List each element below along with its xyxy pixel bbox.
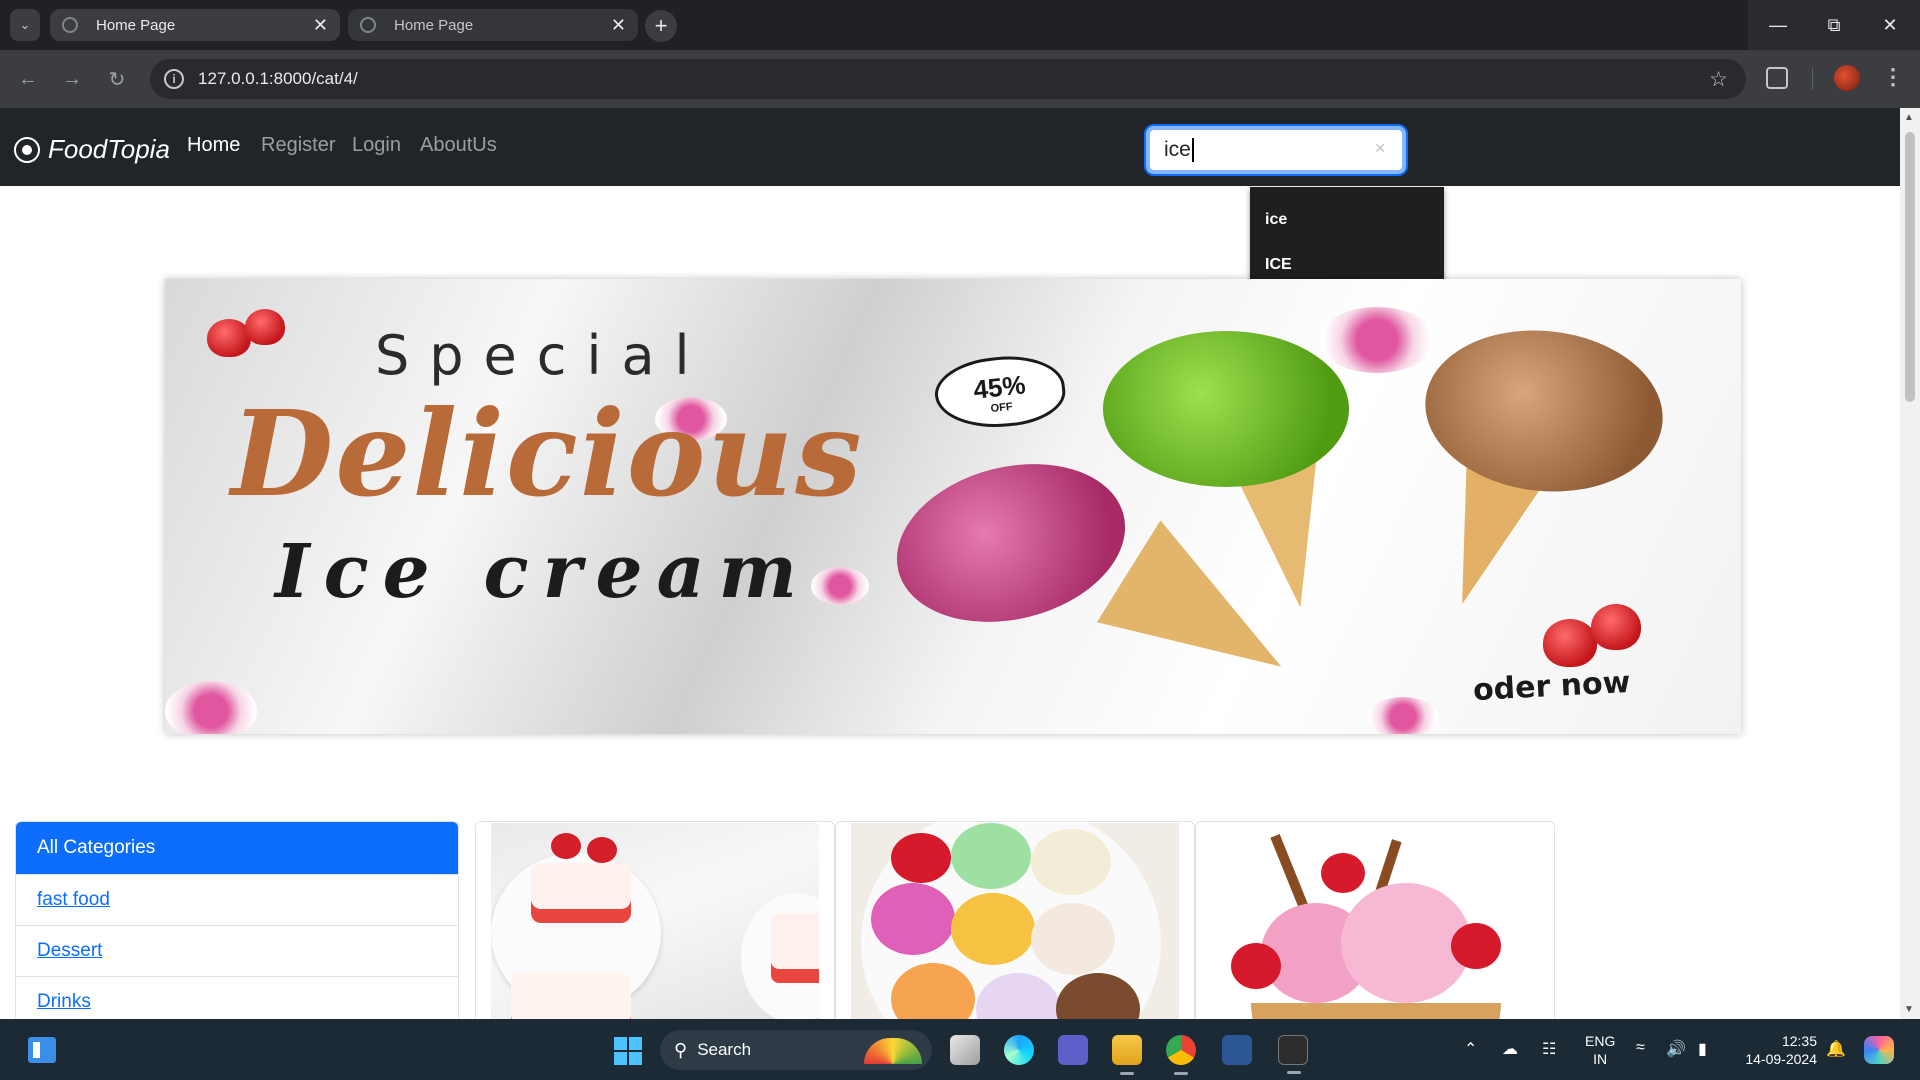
back-arrow-icon[interactable]: ← (12, 63, 44, 95)
onedrive-icon[interactable]: ☁ (1502, 1039, 1518, 1059)
scrollbar-thumb[interactable] (1905, 132, 1915, 402)
product-card[interactable] (475, 821, 835, 1019)
strawberry-decoration (1543, 619, 1597, 667)
heart-decoration (1319, 307, 1435, 373)
close-icon[interactable]: ✕ (313, 15, 328, 36)
site-info-icon[interactable]: i (164, 69, 184, 89)
widgets-icon[interactable] (28, 1037, 56, 1063)
battery-icon[interactable]: ▮ (1698, 1039, 1707, 1059)
search-input-value: ice (1164, 138, 1191, 161)
site-navbar: FoodTopia Home Register Login AboutUs ic… (0, 108, 1900, 186)
new-tab-icon[interactable]: + (645, 10, 677, 42)
clock-date: 14-09-2024 (1745, 1051, 1817, 1067)
wifi-icon[interactable]: ≈ (1636, 1039, 1645, 1057)
category-list: All Categories fast food Dessert Drinks (15, 821, 459, 1019)
globe-icon (360, 17, 376, 33)
product-image-ice-cream-cup (1211, 823, 1539, 1019)
toolbar-divider (1812, 68, 1813, 90)
notification-bell-icon[interactable]: 🔔 (1826, 1039, 1846, 1059)
teams-icon[interactable] (1058, 1035, 1088, 1065)
green-scoop (1103, 331, 1349, 487)
banner-order-text: oder now (1472, 664, 1632, 709)
strawberry-decoration (1591, 604, 1641, 650)
profile-avatar[interactable] (1834, 65, 1860, 91)
task-view-icon[interactable] (950, 1035, 980, 1065)
search-input[interactable]: ice ✕ (1146, 126, 1406, 174)
promo-banner: Special Delicious Ice cream 45% OFF oder… (165, 279, 1741, 734)
autocomplete-option[interactable]: ice (1250, 197, 1444, 242)
touchpad-icon[interactable]: ☷ (1542, 1039, 1556, 1059)
text-caret (1191, 138, 1194, 162)
extensions-icon[interactable] (1766, 67, 1788, 89)
strawberry-decoration (245, 309, 285, 345)
nav-login-link[interactable]: Login (352, 134, 401, 157)
banner-icecream-text: Ice cream (275, 529, 811, 615)
close-icon[interactable]: ✕ (611, 15, 626, 36)
windows-taskbar: ⚲ Search ⌃ ☁ ☷ ENG IN ≈ 🔊 ▮ 12:35 14-09-… (0, 1019, 1920, 1080)
tab-title: Home Page (394, 16, 474, 34)
menu-kebab-icon[interactable]: ⋮ (1882, 64, 1904, 90)
heart-decoration (165, 681, 257, 734)
site-brand[interactable]: FoodTopia (14, 134, 170, 165)
forward-arrow-icon[interactable]: → (56, 63, 88, 95)
category-link-dessert[interactable]: Dessert (16, 925, 458, 976)
browser-tab-1[interactable]: Home Page ✕ (50, 9, 340, 41)
globe-icon (62, 17, 78, 33)
code-editor-icon[interactable] (1222, 1035, 1252, 1065)
start-windows-icon[interactable] (614, 1037, 642, 1065)
category-link-fast-food[interactable]: fast food (16, 874, 458, 925)
system-clock[interactable]: 12:35 14-09-2024 (1737, 1032, 1817, 1068)
product-card[interactable] (835, 821, 1195, 1019)
brand-name: FoodTopia (48, 134, 170, 164)
copilot-icon[interactable] (1864, 1036, 1894, 1064)
chevron-up-icon[interactable]: ⌃ (1464, 1039, 1477, 1059)
reload-icon[interactable]: ↻ (101, 63, 133, 95)
tab-search-icon[interactable]: ⌄ (10, 9, 40, 41)
product-image-strawberry-cake (491, 823, 819, 1019)
region-code: IN (1593, 1051, 1608, 1067)
autocomplete-dropdown: ice ICE (1250, 187, 1444, 286)
banner-special-text: Special (375, 324, 710, 387)
terminal-icon[interactable] (1278, 1035, 1308, 1074)
product-card[interactable] (1195, 821, 1555, 1019)
product-image-ice-cream-scoops (851, 823, 1179, 1019)
browser-tab-2[interactable]: Home Page ✕ (348, 9, 638, 41)
address-bar[interactable]: i 127.0.0.1:8000/cat/4/ ☆ (150, 59, 1746, 99)
file-explorer-icon[interactable] (1112, 1035, 1142, 1075)
taskbar-search[interactable]: ⚲ Search (660, 1030, 932, 1070)
discount-badge: 45% OFF (931, 350, 1069, 434)
page-viewport: FoodTopia Home Register Login AboutUs ic… (0, 108, 1900, 1019)
clock-time: 12:35 (1781, 1033, 1817, 1049)
chrome-browser-icon[interactable] (1166, 1035, 1196, 1075)
language-indicator[interactable]: ENG IN (1585, 1032, 1615, 1068)
search-highlight-icon (864, 1038, 922, 1064)
clear-search-icon[interactable]: ✕ (1374, 140, 1386, 157)
scroll-up-arrow-icon[interactable]: ▲ (1904, 112, 1914, 123)
nav-aboutus-link[interactable]: AboutUs (420, 134, 497, 157)
heart-decoration (1367, 697, 1439, 734)
banner-delicious-text: Delicious (231, 384, 864, 523)
heart-decoration (811, 567, 869, 605)
volume-icon[interactable]: 🔊 (1666, 1039, 1686, 1059)
url-text: 127.0.0.1:8000/cat/4/ (198, 69, 358, 88)
category-link-drinks[interactable]: Drinks (16, 976, 458, 1019)
minimize-icon[interactable]: — (1750, 0, 1806, 50)
page-scrollbar[interactable]: ▲ ▼ (1900, 108, 1920, 1019)
browser-tab-strip: ⌄ Home Page ✕ Home Page ✕ + — ⧉ ✕ (0, 0, 1920, 50)
taskbar-search-label: Search (697, 1040, 752, 1059)
nav-register-link[interactable]: Register (261, 134, 335, 157)
category-list-header[interactable]: All Categories (16, 822, 458, 874)
edge-browser-icon[interactable] (1004, 1035, 1034, 1065)
browser-toolbar: ← → ↻ i 127.0.0.1:8000/cat/4/ ☆ ⋮ (0, 50, 1920, 108)
scroll-down-arrow-icon[interactable]: ▼ (1904, 1004, 1914, 1015)
bookmark-star-icon[interactable]: ☆ (1709, 67, 1728, 92)
restore-icon[interactable]: ⧉ (1806, 0, 1862, 50)
nav-home-link[interactable]: Home (187, 134, 240, 157)
tab-title: Home Page (96, 16, 176, 34)
brand-logo-icon (14, 136, 40, 163)
language-code: ENG (1585, 1033, 1616, 1049)
search-icon: ⚲ (674, 1039, 688, 1060)
window-close-icon[interactable]: ✕ (1862, 0, 1918, 50)
